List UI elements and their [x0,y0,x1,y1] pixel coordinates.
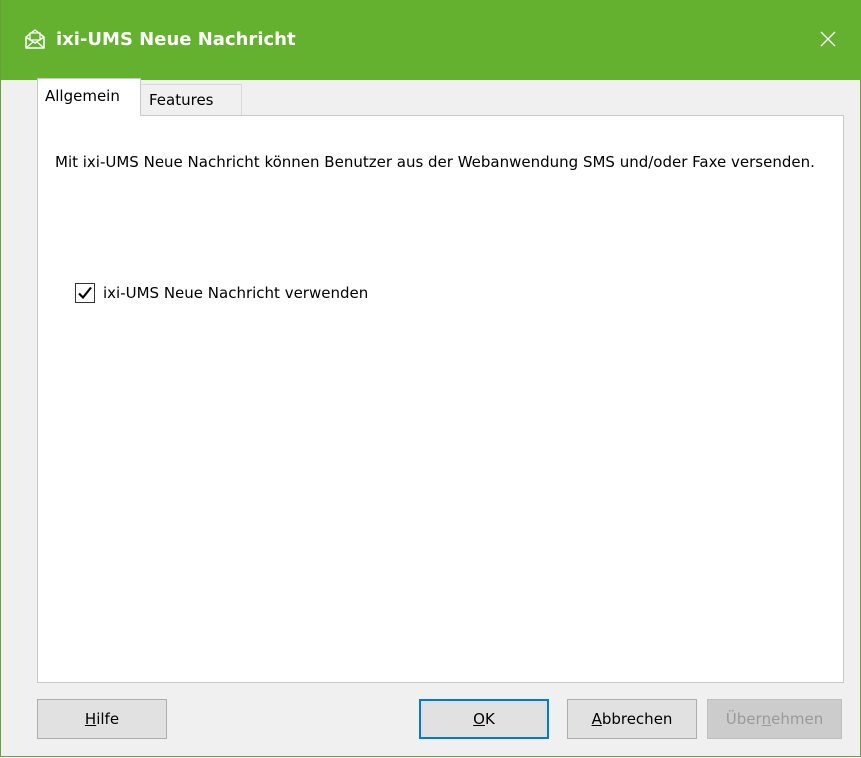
cancel-label-rest: bbrechen [601,710,673,728]
cancel-mnemonic: A [591,710,602,728]
envelope-open-icon [23,27,47,51]
use-new-message-checkbox[interactable] [75,283,95,303]
tab-features[interactable]: Features [141,84,242,116]
title-bar[interactable]: ixi-UMS Neue Nachricht [1,0,861,80]
tab-allgemein[interactable]: Allgemein [37,78,141,116]
apply-label-rest: ehmen [771,710,824,728]
help-button[interactable]: Hilfe [37,699,167,739]
help-label-rest: ilfe [96,710,120,728]
apply-button[interactable]: Über n ehmen [707,699,842,739]
help-mnemonic: H [84,710,97,728]
ok-label-rest: K [484,710,495,728]
ok-mnemonic: O [473,710,485,728]
apply-mnemonic: n [761,710,772,728]
apply-label-pre: Über [725,710,762,728]
ok-button[interactable]: OK [419,699,549,739]
checkmark-icon [78,286,92,300]
dialog-window: ixi-UMS Neue Nachricht Allgemein Feature… [0,0,861,757]
use-new-message-checkbox-row[interactable]: ixi-UMS Neue Nachricht verwenden [75,283,368,303]
close-icon [820,31,836,47]
description-text: Mit ixi-UMS Neue Nachricht können Benutz… [55,153,815,171]
tab-panel-allgemein [37,115,844,683]
window-title: ixi-UMS Neue Nachricht [56,29,296,50]
cancel-button[interactable]: Abbrechen [567,699,697,739]
close-button[interactable] [809,22,847,56]
checkbox-label: ixi-UMS Neue Nachricht verwenden [103,284,369,302]
